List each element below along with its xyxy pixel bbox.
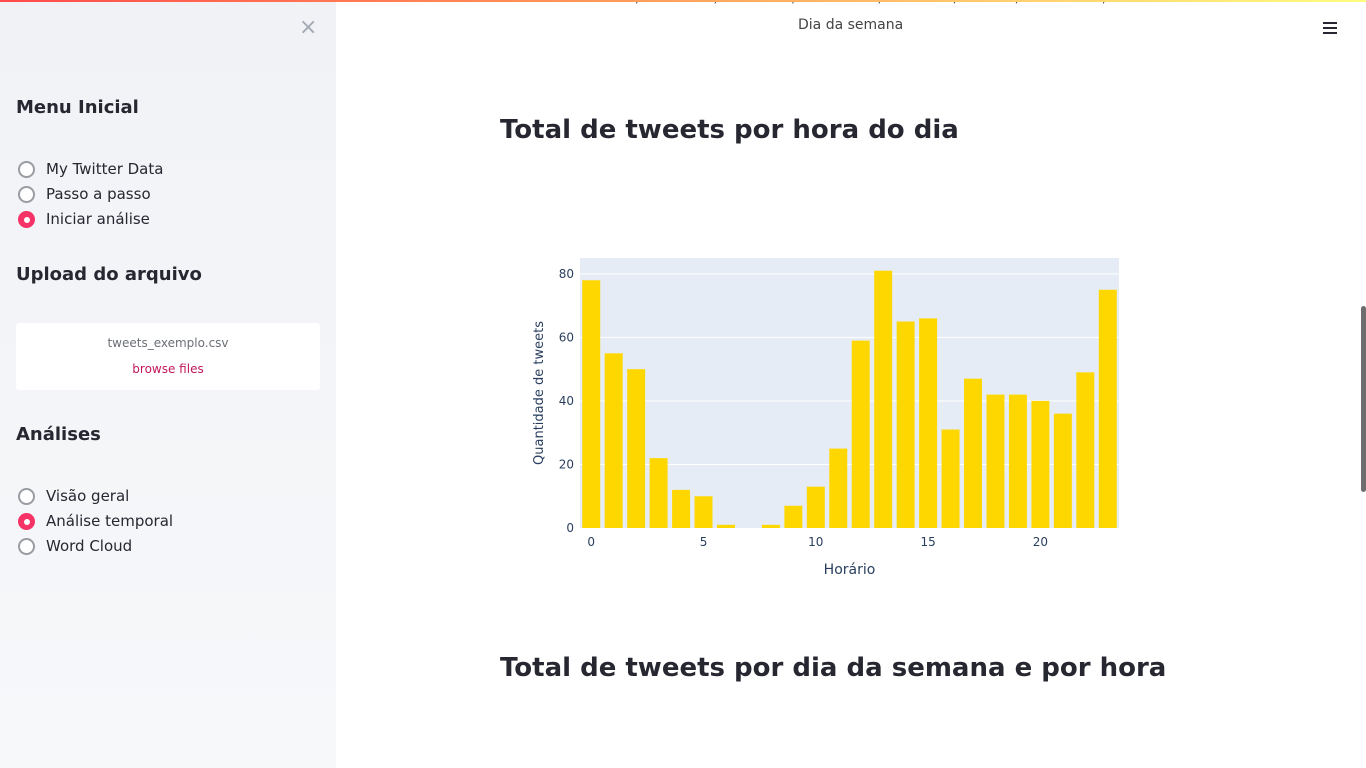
- bar-hour-23[interactable]: [1098, 289, 1117, 528]
- browse-files-button[interactable]: browse files: [16, 362, 320, 376]
- radio-button-icon[interactable]: [18, 512, 35, 530]
- bar-hour-18[interactable]: [986, 394, 1005, 528]
- analyses-radio-label: Análise temporal: [46, 512, 174, 530]
- menu-radio-label: Iniciar análise: [46, 210, 150, 228]
- bar-hour-14[interactable]: [896, 321, 915, 528]
- radio-button-icon[interactable]: [18, 487, 35, 505]
- analyses-radio-label: Visão geral: [46, 487, 130, 505]
- analyses-radio-label: Word Cloud: [46, 537, 133, 555]
- bar-hour-16[interactable]: [941, 429, 960, 528]
- y-tick-label: 80: [559, 267, 574, 281]
- bar-hour-12[interactable]: [851, 340, 870, 528]
- page-scrollbar[interactable]: [1361, 306, 1366, 492]
- file-uploader[interactable]: tweets_exemplo.csv browse files: [16, 323, 320, 390]
- main-content: Sunda,Monda,Tuesda,Wednesda,Thursda,Frid…: [336, 0, 1366, 768]
- hamburger-menu-icon[interactable]: [1323, 22, 1337, 36]
- menu-heading: Menu Inicial: [16, 97, 139, 118]
- radio-button-icon[interactable]: [18, 185, 35, 203]
- menu-radio-option[interactable]: My Twitter Data: [18, 158, 163, 180]
- y-tick-label: 0: [566, 521, 574, 535]
- upload-heading: Upload do arquivo: [16, 264, 202, 285]
- analyses-radio-option[interactable]: Análise temporal: [18, 510, 173, 532]
- bar-hour-21[interactable]: [1053, 413, 1072, 528]
- x-tick-label: 5: [700, 535, 708, 549]
- sidebar: × Menu Inicial My Twitter Data Passo a pa…: [0, 0, 336, 768]
- menu-radio-label: Passo a passo: [46, 185, 151, 203]
- x-tick-label: 20: [1033, 535, 1048, 549]
- y-tick-label: 60: [559, 330, 574, 344]
- analyses-radio-option[interactable]: Word Cloud: [18, 535, 132, 557]
- y-axis-label: Quantidade de tweets: [532, 321, 547, 465]
- section-title-hourly: Total de tweets por hora do dia: [500, 115, 959, 145]
- bar-hour-1[interactable]: [604, 353, 623, 528]
- radio-button-icon[interactable]: [18, 160, 35, 178]
- x-tick-label: 0: [587, 535, 595, 549]
- bar-hour-0[interactable]: [582, 280, 601, 528]
- previous-chart-xlabel: Dia da semana: [798, 17, 904, 33]
- bar-hour-15[interactable]: [919, 318, 938, 528]
- uploaded-filename: tweets_exemplo.csv: [107, 336, 229, 350]
- bar-hour-9[interactable]: [784, 505, 803, 528]
- bar-hour-20[interactable]: [1031, 400, 1050, 528]
- radio-button-icon[interactable]: [18, 537, 35, 555]
- close-sidebar-icon[interactable]: ×: [299, 17, 317, 39]
- menu-radio-label: My Twitter Data: [46, 160, 164, 178]
- bar-hour-10[interactable]: [806, 486, 825, 528]
- analyses-heading: Análises: [16, 424, 101, 445]
- bar-hour-5[interactable]: [694, 496, 713, 528]
- section-title-weekday-hour: Total de tweets por dia da semana e por …: [500, 653, 1167, 683]
- bar-hour-2[interactable]: [627, 369, 646, 528]
- bar-hour-13[interactable]: [874, 270, 893, 528]
- radio-button-icon[interactable]: [18, 210, 35, 228]
- top-decoration-bar: [0, 0, 1366, 2]
- x-tick-label: 10: [808, 535, 823, 549]
- y-tick-label: 40: [559, 394, 574, 408]
- analyses-radio-option[interactable]: Visão geral: [18, 485, 129, 507]
- menu-radio-option[interactable]: Iniciar análise: [18, 208, 150, 230]
- tweets-by-hour-chart: 0 20 40 60 80 0 5 10 15 20 Horário Quantidade de tw…: [532, 258, 1119, 578]
- bar-hour-6[interactable]: [716, 524, 735, 528]
- bar-hour-4[interactable]: [672, 489, 691, 528]
- bar-hour-19[interactable]: [1008, 394, 1027, 528]
- bar-hour-3[interactable]: [649, 458, 668, 528]
- x-tick-label: 15: [920, 535, 935, 549]
- bar-hour-8[interactable]: [761, 524, 780, 528]
- bar-hour-17[interactable]: [964, 378, 983, 528]
- y-tick-label: 20: [559, 457, 574, 471]
- menu-radio-option[interactable]: Passo a passo: [18, 183, 151, 205]
- x-axis-label: Horário: [824, 562, 876, 578]
- bar-hour-22[interactable]: [1076, 372, 1095, 528]
- bar-hour-11[interactable]: [829, 448, 848, 528]
